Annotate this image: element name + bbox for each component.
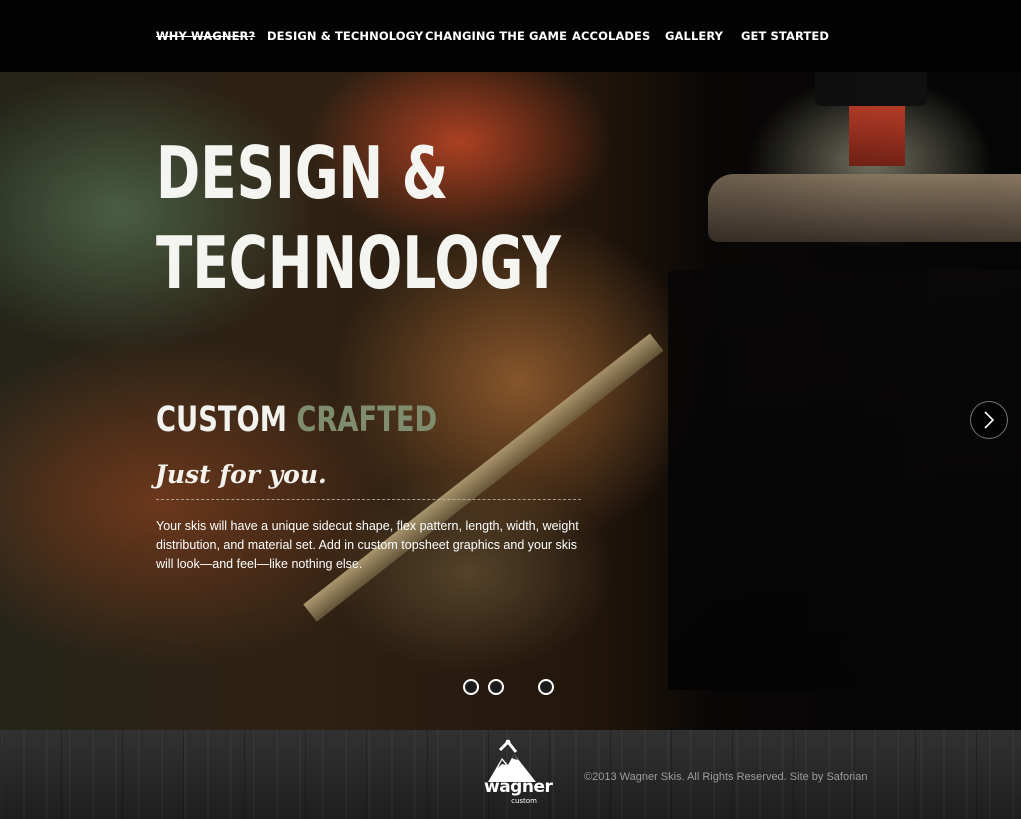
top-navigation: WHY WAGNER? DESIGN & TECHNOLOGY CHANGING… [0,0,1021,72]
nav-design-technology[interactable]: DESIGN & TECHNOLOGY [267,29,423,43]
nav-accolades[interactable]: ACCOLADES [572,29,650,43]
hero-title-line: DESIGN & [156,131,449,215]
slide-dot[interactable] [513,679,529,695]
chevron-right-icon [984,411,995,429]
logo-subtext: custom [511,797,537,805]
subtitle-custom: CUSTOM [156,400,287,440]
logo-wordmark: wagner [484,777,553,797]
hero-tagline: Just for you. [155,460,327,489]
slide-dot[interactable] [463,679,479,695]
nav-gallery[interactable]: GALLERY [665,29,723,43]
subtitle-crafted: CRAFTED [296,400,438,440]
dashed-divider [156,499,581,500]
slide-dot[interactable] [488,679,504,695]
nav-why-wagner[interactable]: WHY WAGNER? [156,29,255,43]
hero-description: Your skis will have a unique sidecut sha… [156,519,579,571]
copyright-text: ©2013 Wagner Skis. All Rights Reserved. … [584,771,868,783]
slide-dot[interactable] [538,679,554,695]
nav-get-started[interactable]: GET STARTED [741,29,829,43]
hero-title-line: TECHNOLOGY [156,221,561,305]
hero-subtitle: CUSTOM CRAFTED [156,400,437,440]
next-slide-button[interactable] [970,401,1008,439]
slide-pagination [0,679,1021,697]
nav-changing-the-game[interactable]: CHANGING THE GAME [425,29,567,43]
hero-title: DESIGN & TECHNOLOGY [156,128,561,308]
